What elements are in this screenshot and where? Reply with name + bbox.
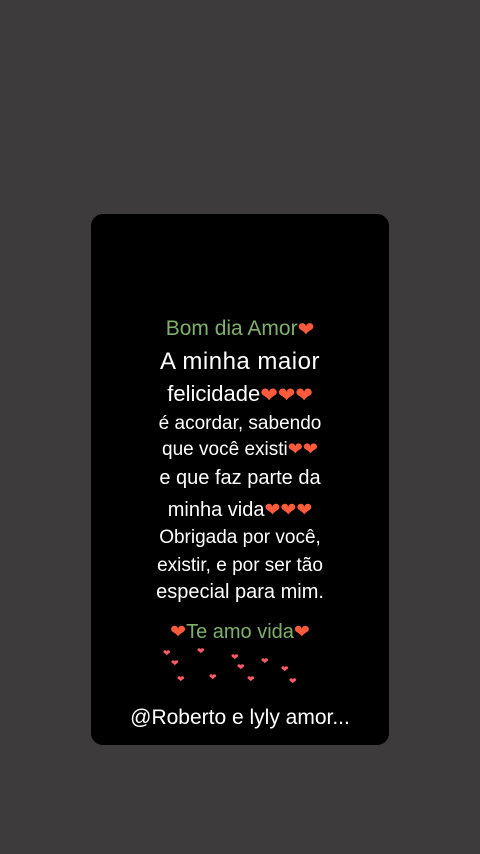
greeting-line: Bom dia Amor❤: [91, 317, 389, 342]
heart-icon: ❤: [264, 500, 281, 522]
message-line-4: que você existi❤❤: [91, 439, 389, 461]
message-text-5: e que faz parte da: [159, 467, 321, 489]
message-line-5: e que faz parte da: [91, 467, 389, 490]
heart-icon: ❤: [197, 646, 205, 656]
heart-icon: ❤: [171, 658, 179, 668]
heart-icon: ❤: [297, 319, 315, 341]
message-text-6: minha vida: [167, 499, 265, 521]
heart-icon: ❤: [261, 656, 269, 666]
message-text-2: felicidade: [167, 381, 261, 406]
message-line-1: A minha maior: [91, 348, 389, 376]
heart-icon: ❤: [289, 676, 297, 686]
heart-icon: ❤: [281, 664, 289, 674]
message-text-9: especial para mim.: [156, 581, 324, 603]
heart-icon: ❤: [177, 674, 185, 684]
message-text-3: é acordar, sabendo: [158, 413, 322, 434]
love-line: ❤Te amo vida❤: [91, 621, 389, 644]
heart-icon: ❤: [280, 500, 297, 522]
heart-icon: ❤: [293, 622, 310, 644]
story-card[interactable]: Bom dia Amor❤ A minha maior felicidade❤❤…: [91, 214, 389, 745]
heart-icon: ❤: [277, 383, 296, 407]
message-text-7: Obrigada por você,: [159, 527, 321, 548]
story-viewer: Bom dia Amor❤ A minha maior felicidade❤❤…: [0, 0, 480, 854]
author-handle[interactable]: @Roberto e lyly amor...: [91, 706, 389, 730]
greeting-text: Bom dia Amor: [165, 317, 298, 341]
message-line-7: Obrigada por você,: [91, 527, 389, 549]
heart-icon: ❤: [302, 439, 318, 460]
heart-icon: ❤: [163, 648, 171, 658]
message-line-2: felicidade❤❤❤: [91, 381, 389, 408]
heart-icon: ❤: [237, 662, 245, 672]
message-text-4: que você existi: [162, 439, 288, 460]
message-line-9: especial para mim.: [91, 581, 389, 604]
message-line-8: existir, e por ser tão: [91, 555, 389, 577]
message-line-6: minha vida❤❤❤: [91, 499, 389, 522]
heart-icon: ❤: [170, 622, 187, 644]
heart-icon: ❤: [296, 500, 313, 522]
message-line-3: é acordar, sabendo: [91, 413, 389, 435]
hearts-decoration: ❤ ❤ ❤ ❤ ❤ ❤ ❤ ❤ ❤ ❤ ❤: [161, 644, 311, 689]
love-text: Te amo vida: [186, 621, 294, 643]
heart-icon: ❤: [295, 383, 313, 407]
heart-icon: ❤: [260, 383, 278, 407]
heart-icon: ❤: [209, 672, 217, 682]
heart-icon: ❤: [287, 439, 303, 460]
message-text-1: A minha maior: [160, 348, 320, 375]
message-text-8: existir, e por ser tão: [157, 555, 323, 576]
heart-icon: ❤: [247, 674, 255, 684]
